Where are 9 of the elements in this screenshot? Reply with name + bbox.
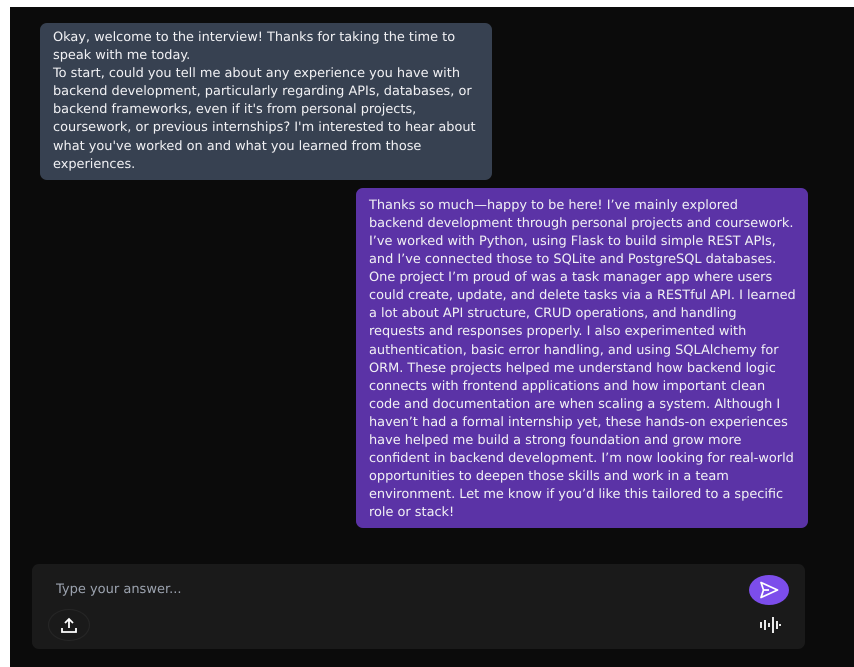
upload-icon	[60, 616, 78, 634]
message-text: To start, could you tell me about any experience you have with backend development, particularly regarding APIs, databases, or backend frameworks, even if it's from personal projects, coursework, or previous internships? I'm interested to hear about what you've worked on and what you learned from those experiences.	[53, 65, 477, 174]
answer-box[interactable]: Type your answer...	[32, 564, 805, 650]
upload-button[interactable]	[48, 609, 90, 642]
waveform-icon	[759, 617, 781, 634]
message-text: Okay, welcome to the interview! Thanks for taking the time to speak with me today.	[53, 29, 456, 66]
send-button[interactable]	[749, 575, 789, 606]
send-icon	[759, 581, 779, 600]
message-text: Thanks so much—happy to be here! I’ve mainly explored backend development through personal projects and coursework. I’ve worked with Python, using Flask to build simple REST APIs, and I’ve connected those to SQLite and PostgreSQL databases. One project I’m proud of was a task manager app where users could create, update, and delete tasks via a RESTful API. I learned a lot about API structure, CRUD operations, and handling requests and responses properly. I also experimented with authentication, basic error handling, and using SQLAlchemy for ORM. These projects helped me understand how backend logic connects with frontend applications and how important clean code and documentation are when scaling a system. Although I haven’t had a formal internship yet, these hands-on experiences have helped me build a strong foundation and grow more confident in backend development. I’m now looking for real-world opportunities to deepen those skills and work in a team environment. Let me know if you’d like this tailored to a specific role or stack!	[369, 196, 796, 522]
